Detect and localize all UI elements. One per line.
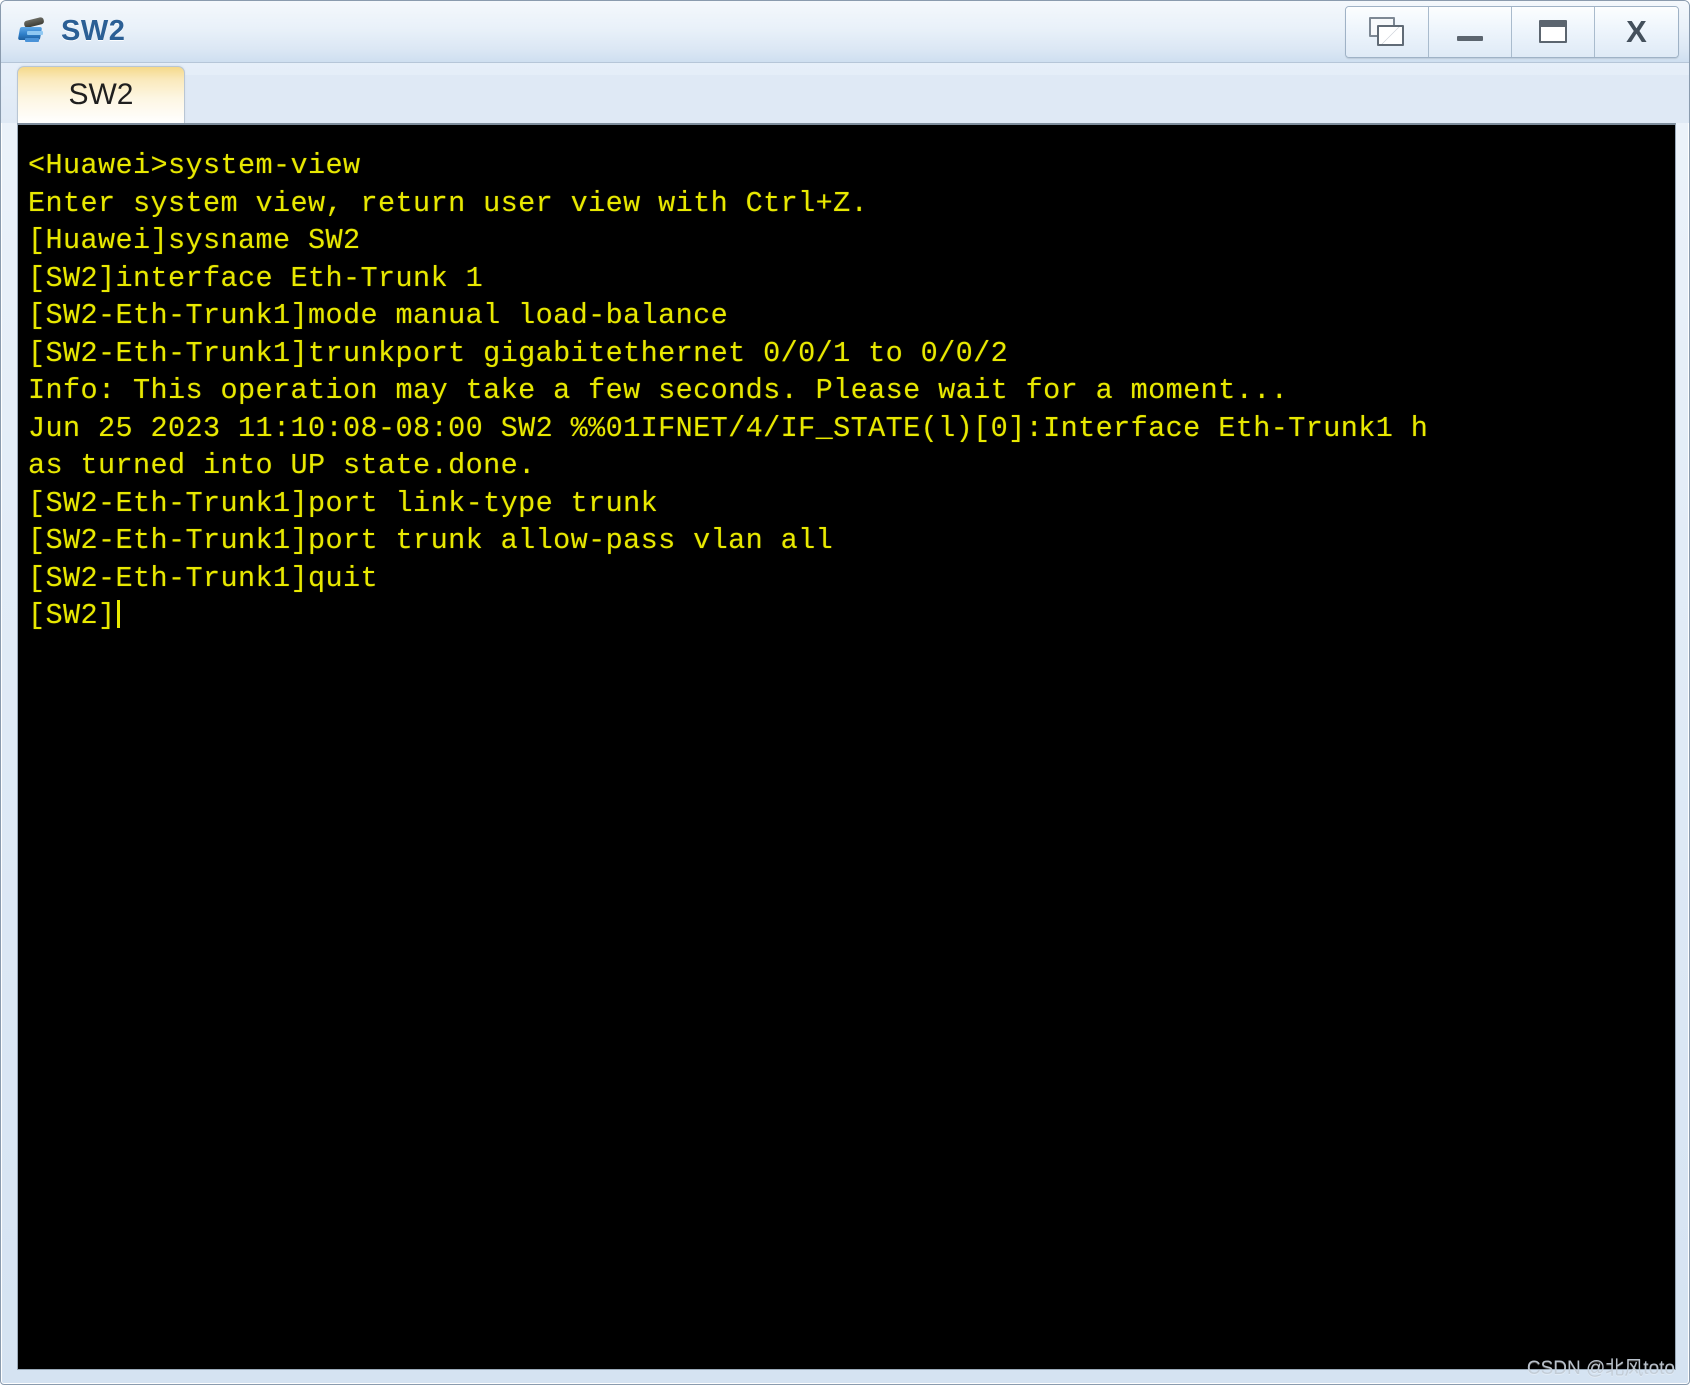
titlebar-left-group: SW2 xyxy=(15,15,1345,48)
terminal-window: SW2 X SW2 <Huawei>system-view Enter syst… xyxy=(0,0,1690,1385)
terminal-line: [Huawei]sysname SW2 xyxy=(28,224,361,257)
window-titlebar: SW2 X xyxy=(1,1,1689,63)
close-icon: X xyxy=(1626,14,1647,49)
terminal-line: [SW2]interface Eth-Trunk 1 xyxy=(28,261,484,295)
restore-window-icon xyxy=(1369,16,1405,47)
terminal-panel: <Huawei>system-view Enter system view, re… xyxy=(17,123,1676,1370)
watermark: CSDN @北风toto xyxy=(1526,1358,1675,1379)
terminal-line: Info: This operation may take a few seco… xyxy=(28,374,1289,407)
switch-icon xyxy=(15,16,49,48)
tab-sw2[interactable]: SW2 xyxy=(17,66,185,123)
terminal-line: [SW2-Eth-Trunk1]port link-type trunk xyxy=(28,486,659,520)
terminal-line: [SW2-Eth-Trunk1]quit xyxy=(28,561,379,595)
maximize-button[interactable] xyxy=(1512,6,1595,57)
terminal-line: [SW2] xyxy=(28,597,1669,635)
minimize-icon xyxy=(1457,36,1483,41)
window-controls: X xyxy=(1345,5,1679,58)
terminal-line: <Huawei>system-view xyxy=(28,149,361,182)
terminal-output[interactable]: <Huawei>system-view Enter system view, re… xyxy=(18,125,1675,1369)
tab-strip-filler xyxy=(185,75,1689,123)
terminal-line: [SW2-Eth-Trunk1]mode manual load-balance xyxy=(28,299,729,332)
terminal-cursor xyxy=(116,600,120,628)
restore-button[interactable] xyxy=(1346,6,1429,57)
close-button[interactable]: X xyxy=(1595,6,1678,57)
terminal-line: [SW2-Eth-Trunk1]trunkport gigabitetherne… xyxy=(28,336,1009,370)
tab-strip: SW2 xyxy=(1,63,1689,123)
terminal-line: Enter system view, return user view with… xyxy=(28,186,869,220)
terminal-line: [SW2-Eth-Trunk1]port trunk allow-pass vl… xyxy=(28,524,834,557)
window-title: SW2 xyxy=(61,15,126,47)
terminal-line: Jun 25 2023 11:10:08-08:00 SW2 %%01IFNET… xyxy=(28,411,1429,445)
minimize-button[interactable] xyxy=(1429,6,1512,57)
terminal-line: as turned into UP state.done. xyxy=(28,449,536,482)
maximize-icon xyxy=(1539,20,1567,43)
